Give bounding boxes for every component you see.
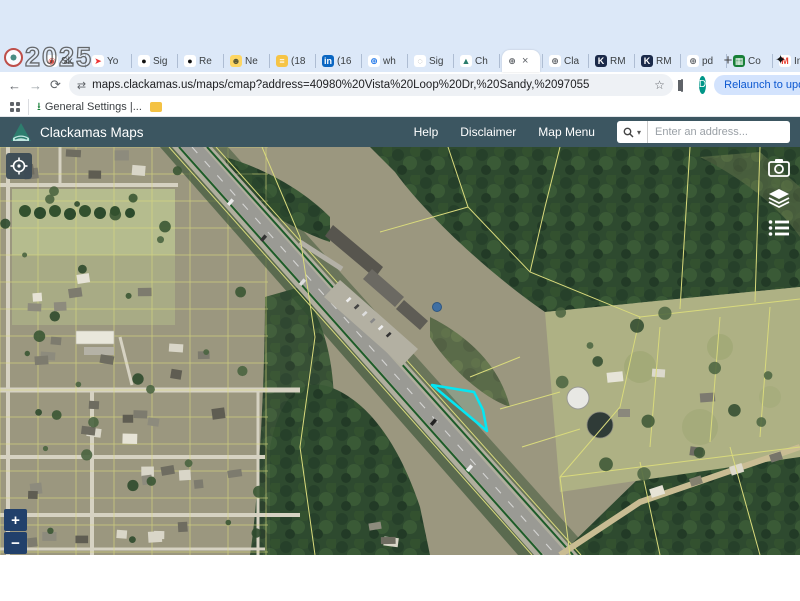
list-icon [768, 219, 790, 237]
tab-label: Ch [475, 56, 488, 67]
apple-icon: ● [184, 55, 196, 67]
browser-toolbar: ← → ⟳ ⇄ maps.clackamas.us/maps/cmap?addr… [0, 72, 800, 98]
locate-button[interactable] [6, 153, 32, 179]
tab-active[interactable]: ⊕× [502, 50, 540, 72]
tab[interactable]: ≡(18 [272, 50, 313, 72]
tabs-row: ◉Sk➤Yo●Sig●Re☻Ne≡(18in(16⊕wh◌Sig▲Ch⊕×⊕Cl… [42, 47, 760, 72]
url-text[interactable]: maps.clackamas.us/maps/cmap?address=4098… [92, 79, 648, 91]
page-footer [0, 555, 800, 601]
new-tab-button[interactable]: + [718, 52, 738, 69]
globe-blue-icon: ⊕ [368, 55, 380, 67]
address-input[interactable] [648, 121, 790, 143]
apps-grid-icon[interactable] [10, 102, 20, 112]
app-header: Clackamas Maps Help Disclaimer Map Menu … [0, 117, 800, 147]
globe-icon: ⊕ [549, 55, 561, 67]
folder-yellow-icon: ≡ [276, 55, 288, 67]
tab[interactable]: ⊕Cla [545, 50, 586, 72]
tab[interactable]: ●Re [180, 50, 221, 72]
linkedin-icon: in [322, 55, 334, 67]
tab-label: Sig [153, 56, 167, 67]
nav-help[interactable]: Help [414, 125, 439, 139]
dashed-circle-icon: ◌ [414, 55, 426, 67]
bookmark-label: General Settings |... [45, 101, 142, 113]
side-panel-icon[interactable] [681, 79, 683, 92]
page-title: Clackamas Maps [40, 125, 406, 140]
tab[interactable]: ●Sig [134, 50, 175, 72]
browser-tab-strip: ◉Sk➤Yo●Sig●Re☻Ne≡(18in(16⊕wh◌Sig▲Ch⊕×⊕Cl… [0, 0, 800, 72]
map-canvas[interactable] [0, 147, 800, 555]
url-bar[interactable]: ⇄ maps.clackamas.us/maps/cmap?address=40… [69, 74, 673, 96]
target-red-icon: ◉ [46, 55, 58, 67]
bookmarks-bar: ⭳ General Settings |... [0, 98, 800, 117]
zoom-in-button[interactable]: + [4, 509, 27, 531]
legend-button[interactable] [766, 215, 792, 241]
k-circle-icon: K [595, 55, 607, 67]
tab[interactable]: ◉Sk [42, 50, 83, 72]
profile-avatar[interactable]: D [699, 76, 706, 94]
zoom-out-button[interactable]: − [4, 532, 27, 554]
globe-icon: ⊕ [687, 55, 699, 67]
tab[interactable]: ◌Sig [410, 50, 451, 72]
tab-label: RM [610, 56, 626, 67]
triangle-teal-icon: ▲ [460, 55, 472, 67]
camera-icon [768, 158, 790, 178]
layers-icon [768, 188, 790, 208]
tab-label: wh [383, 56, 396, 67]
tab[interactable]: ☻Ne [226, 50, 267, 72]
tab-label: Yo [107, 56, 118, 67]
tab[interactable]: in(16 [318, 50, 359, 72]
bookmark-item[interactable]: ⭳ General Settings |... [37, 98, 142, 117]
tab[interactable]: ⊕wh [364, 50, 405, 72]
bookmark-folder-icon[interactable] [150, 102, 162, 112]
bookmarks-divider [28, 99, 29, 115]
back-button[interactable]: ← [8, 78, 21, 93]
tab-organize-icon[interactable]: ✦ [775, 52, 786, 68]
tab-label: Int [794, 56, 800, 67]
site-info-icon[interactable]: ⇄ [77, 79, 86, 92]
pond [433, 303, 442, 312]
apple-icon: ● [138, 55, 150, 67]
nav-disclaimer[interactable]: Disclaimer [460, 125, 516, 139]
arrow-red-icon: ➤ [92, 55, 104, 67]
tab-label: Re [199, 56, 212, 67]
layers-button[interactable] [766, 185, 792, 211]
reload-button[interactable]: ⟳ [50, 77, 61, 93]
smiley-yellow-icon: ☻ [230, 55, 242, 67]
tab-label: (18 [291, 56, 305, 67]
tab[interactable]: ➤Yo [88, 50, 129, 72]
k-circle-icon: K [641, 55, 653, 67]
tab-label: Cla [564, 56, 579, 67]
tab-label: Sk [61, 56, 73, 67]
crosshair-icon [10, 157, 28, 175]
screenshot-button[interactable] [766, 155, 792, 181]
chevron-down-icon: ▾ [637, 128, 641, 137]
tab-label: (16 [337, 56, 351, 67]
tab-label: Co [748, 56, 761, 67]
tab-close-icon[interactable]: × [522, 55, 528, 67]
tab[interactable]: KRM [591, 50, 632, 72]
globe-icon: ⊕ [506, 55, 518, 67]
tab[interactable]: ▲Ch [456, 50, 497, 72]
tab-label: pd [702, 56, 713, 67]
search-icon [623, 127, 634, 138]
clackamas-maps-logo [10, 122, 32, 142]
address-search: ▾ [617, 121, 790, 143]
tab-label: RM [656, 56, 672, 67]
nav-map-menu[interactable]: Map Menu [538, 125, 595, 139]
tab-label: Sig [429, 56, 443, 67]
relaunch-to-update-button[interactable]: Relaunch to update [714, 75, 800, 95]
tab-label: Ne [245, 56, 258, 67]
download-icon: ⭳ [37, 98, 41, 117]
forward-button[interactable]: → [29, 78, 42, 93]
search-button[interactable]: ▾ [617, 121, 648, 143]
map-container: + − [0, 147, 800, 555]
tab[interactable]: KRM [637, 50, 678, 72]
bookmark-star-icon[interactable]: ☆ [654, 78, 665, 92]
